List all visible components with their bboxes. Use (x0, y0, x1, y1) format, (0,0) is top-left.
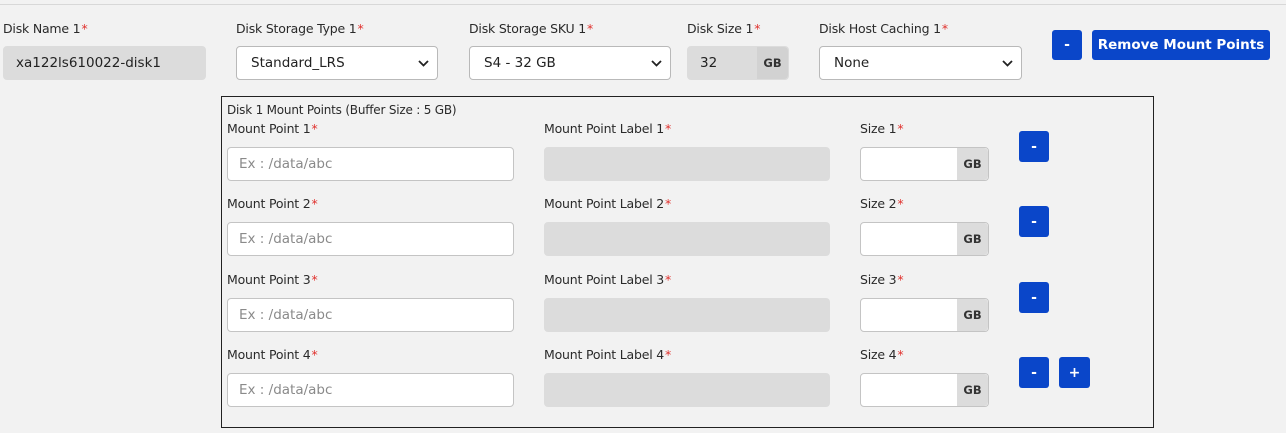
mount-point-size-input[interactable]: GB (860, 373, 989, 407)
mount-point-label-field (544, 222, 830, 256)
mount-point-size-label: Size 4* (860, 347, 904, 362)
remove-disk-button[interactable]: - (1052, 30, 1082, 60)
mount-point-size-label: Size 2* (860, 196, 904, 211)
mount-point-size-unit: GB (957, 374, 988, 406)
mount-point-size-label: Size 1* (860, 121, 904, 136)
mount-point-size-input[interactable]: GB (860, 147, 989, 181)
mount-point-placeholder: Ex : /data/abc (239, 156, 333, 172)
add-mount-point-button[interactable]: + (1059, 357, 1090, 388)
mount-point-label: Mount Point 1* (227, 121, 318, 136)
mount-point-size-unit: GB (957, 299, 988, 331)
mount-point-label: Mount Point 2* (227, 196, 318, 211)
disk-size-label: Disk Size 1* (687, 21, 761, 36)
chevron-down-icon (650, 57, 662, 69)
disk-host-caching-select[interactable]: None (819, 46, 1022, 80)
mount-point-label-field (544, 298, 830, 332)
mount-point-size-input[interactable]: GB (860, 298, 989, 332)
disk-name-field: xa122ls610022-disk1 (3, 46, 206, 80)
mount-point-size-unit: GB (957, 223, 988, 255)
mount-point-label-label: Mount Point Label 4* (544, 347, 672, 362)
mount-points-header: Disk 1 Mount Points (Buffer Size : 5 GB) (227, 103, 457, 117)
mount-point-label-field (544, 147, 830, 181)
disk-name-label: Disk Name 1* (3, 21, 88, 36)
disk-storage-sku-value: S4 - 32 GB (484, 55, 556, 71)
remove-mount-point-button[interactable]: - (1019, 131, 1049, 162)
mount-point-label: Mount Point 3* (227, 272, 318, 287)
mount-point-placeholder: Ex : /data/abc (239, 382, 333, 398)
top-divider (0, 4, 1286, 5)
remove-mount-point-button[interactable]: - (1019, 357, 1049, 388)
disk-size-unit: GB (757, 47, 788, 79)
disk-host-caching-label: Disk Host Caching 1* (819, 21, 948, 36)
disk-storage-type-label: Disk Storage Type 1* (236, 21, 364, 36)
disk-storage-sku-select[interactable]: S4 - 32 GB (469, 46, 671, 80)
mount-point-size-input[interactable]: GB (860, 222, 989, 256)
disk-storage-type-value: Standard_LRS (251, 55, 345, 71)
disk-size-field: 32 GB (687, 46, 789, 80)
remove-mount-point-button[interactable]: - (1019, 282, 1049, 313)
chevron-down-icon (1001, 57, 1013, 69)
mount-point-label-label: Mount Point Label 3* (544, 272, 672, 287)
mount-point-size-unit: GB (957, 148, 988, 180)
mount-point-input[interactable]: Ex : /data/abc (227, 222, 514, 256)
disk-storage-sku-label: Disk Storage SKU 1* (469, 21, 594, 36)
chevron-down-icon (417, 57, 429, 69)
mount-point-placeholder: Ex : /data/abc (239, 307, 333, 323)
mount-point-input[interactable]: Ex : /data/abc (227, 373, 514, 407)
mount-point-placeholder: Ex : /data/abc (239, 231, 333, 247)
mount-point-label-field (544, 373, 830, 407)
mount-point-label-label: Mount Point Label 2* (544, 196, 672, 211)
mount-point-input[interactable]: Ex : /data/abc (227, 147, 514, 181)
mount-point-size-label: Size 3* (860, 272, 904, 287)
mount-point-input[interactable]: Ex : /data/abc (227, 298, 514, 332)
disk-host-caching-value: None (834, 55, 870, 71)
mount-point-label-label: Mount Point Label 1* (544, 121, 672, 136)
mount-point-label: Mount Point 4* (227, 347, 318, 362)
disk-storage-type-select[interactable]: Standard_LRS (236, 46, 438, 80)
remove-mount-point-button[interactable]: - (1019, 206, 1049, 237)
remove-mount-points-button[interactable]: Remove Mount Points (1092, 30, 1270, 60)
